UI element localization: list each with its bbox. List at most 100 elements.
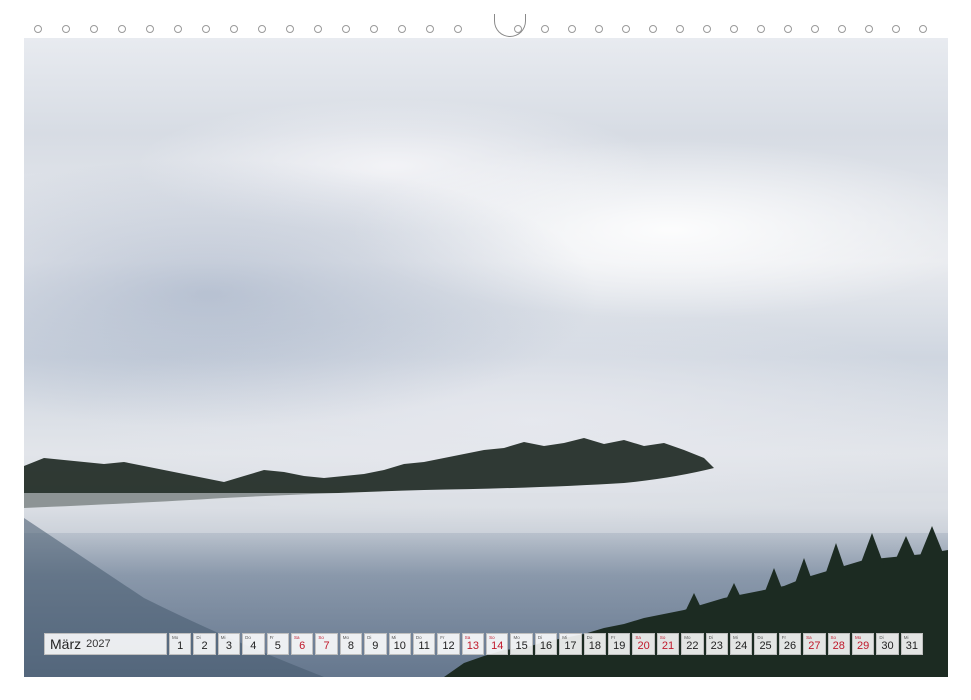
binding-ring bbox=[568, 25, 576, 33]
binding-ring bbox=[342, 25, 350, 33]
binding-ring bbox=[730, 25, 738, 33]
day-number: 22 bbox=[686, 640, 699, 652]
day-cell: So 28 bbox=[827, 633, 850, 655]
day-cell: Do 25 bbox=[754, 633, 777, 655]
binding-ring bbox=[649, 25, 657, 33]
day-number: 8 bbox=[347, 640, 354, 652]
binding-ring bbox=[811, 25, 819, 33]
day-cell: Do 11 bbox=[412, 633, 436, 655]
day-number: 26 bbox=[783, 640, 797, 652]
day-cell: Di 30 bbox=[876, 633, 899, 655]
day-number: 24 bbox=[735, 640, 748, 652]
day-cell: Fr 19 bbox=[608, 633, 631, 655]
day-number: 28 bbox=[832, 640, 845, 652]
day-cell: Mi 31 bbox=[900, 633, 924, 655]
day-number: 5 bbox=[274, 640, 281, 652]
binding-ring bbox=[892, 25, 900, 33]
binding-ring bbox=[174, 25, 182, 33]
day-cell: So 7 bbox=[315, 633, 338, 655]
day-cell: Mo 29 bbox=[851, 633, 875, 655]
day-cell: Fr 5 bbox=[266, 633, 289, 655]
day-cell: Di 16 bbox=[534, 633, 558, 655]
day-number: 10 bbox=[393, 640, 406, 652]
binding-ring bbox=[398, 25, 406, 33]
binding-ring bbox=[258, 25, 266, 33]
day-cell: Sa 27 bbox=[803, 633, 826, 655]
day-number: 17 bbox=[564, 640, 577, 652]
binding-ring bbox=[202, 25, 210, 33]
day-cell: Do 4 bbox=[242, 633, 265, 655]
month-year: 2027 bbox=[86, 638, 111, 650]
day-cell: Do 18 bbox=[583, 633, 607, 655]
day-number: 14 bbox=[491, 640, 504, 652]
day-number: 2 bbox=[201, 640, 208, 652]
day-number: 16 bbox=[539, 640, 553, 652]
binding-ring bbox=[370, 25, 378, 33]
binding-ring bbox=[34, 25, 42, 33]
day-number: 29 bbox=[857, 640, 870, 652]
binding-ring bbox=[230, 25, 238, 33]
day-number: 27 bbox=[808, 640, 821, 652]
binding-ring bbox=[454, 25, 462, 33]
day-cell: Mo 1 bbox=[169, 633, 192, 655]
binding-ring bbox=[314, 25, 322, 33]
day-cell: So 14 bbox=[486, 633, 509, 655]
binding-ring bbox=[541, 25, 549, 33]
day-number: 15 bbox=[515, 640, 528, 652]
day-number: 11 bbox=[418, 640, 430, 652]
binding-ring bbox=[865, 25, 873, 33]
day-number: 6 bbox=[299, 640, 306, 652]
day-cell: Fr 12 bbox=[437, 633, 460, 655]
day-number: 30 bbox=[881, 640, 894, 652]
binding-ring bbox=[426, 25, 434, 33]
day-number: 3 bbox=[225, 640, 233, 652]
day-cell: Mo 15 bbox=[510, 633, 533, 655]
forest-silhouettes bbox=[24, 438, 948, 677]
day-cell: Di 23 bbox=[705, 633, 728, 655]
day-cells: Mo 1 Di 2 Mi 3 Do 4 Fr 5 Sa 6 So 7 Mo 8 Di 9 Mi 10 Do 11 Fr 12 S… bbox=[167, 633, 924, 655]
day-cell: Mo 8 bbox=[339, 633, 363, 655]
day-number: 1 bbox=[177, 640, 184, 652]
day-cell: Mo 22 bbox=[681, 633, 704, 655]
binding-ring bbox=[838, 25, 846, 33]
day-cell: Fr 26 bbox=[778, 633, 802, 655]
binding-ring bbox=[118, 25, 126, 33]
binding-ring bbox=[703, 25, 711, 33]
spiral-binding bbox=[24, 14, 948, 38]
day-cell: So 21 bbox=[656, 633, 680, 655]
day-number: 25 bbox=[759, 640, 772, 652]
day-number: 7 bbox=[323, 640, 330, 652]
day-number: 31 bbox=[905, 640, 919, 652]
binding-ring bbox=[676, 25, 684, 33]
calendar-strip: März 2027 Mo 1 Di 2 Mi 3 Do 4 Fr 5 Sa 6 So 7 Mo 8 Di 9 Mi 1… bbox=[44, 633, 924, 655]
day-number: 20 bbox=[637, 640, 650, 652]
binding-ring bbox=[622, 25, 630, 33]
day-cell: Sa 6 bbox=[290, 633, 314, 655]
day-number: 13 bbox=[466, 640, 479, 652]
photo-sea-of-clouds bbox=[24, 38, 948, 677]
day-number: 18 bbox=[588, 640, 601, 652]
binding-ring bbox=[919, 25, 927, 33]
day-cell: Sa 13 bbox=[461, 633, 485, 655]
day-number: 9 bbox=[372, 640, 379, 652]
day-cell: Mi 10 bbox=[388, 633, 411, 655]
day-number: 23 bbox=[710, 640, 723, 652]
day-cell: Mi 24 bbox=[729, 633, 753, 655]
binding-ring bbox=[62, 25, 70, 33]
day-cell: Di 9 bbox=[364, 633, 387, 655]
binding-ring bbox=[784, 25, 792, 33]
hanger-hook bbox=[494, 14, 526, 37]
day-number: 19 bbox=[613, 640, 626, 652]
day-cell: Di 2 bbox=[193, 633, 216, 655]
day-number: 12 bbox=[442, 640, 455, 652]
day-number: 21 bbox=[661, 640, 675, 652]
binding-ring bbox=[90, 25, 98, 33]
month-name: März bbox=[50, 636, 82, 652]
binding-ring bbox=[146, 25, 154, 33]
day-cell: Sa 20 bbox=[632, 633, 655, 655]
day-number: 4 bbox=[250, 640, 257, 652]
binding-ring bbox=[286, 25, 294, 33]
binding-ring bbox=[757, 25, 765, 33]
month-label: März 2027 bbox=[44, 633, 167, 655]
binding-ring bbox=[595, 25, 603, 33]
